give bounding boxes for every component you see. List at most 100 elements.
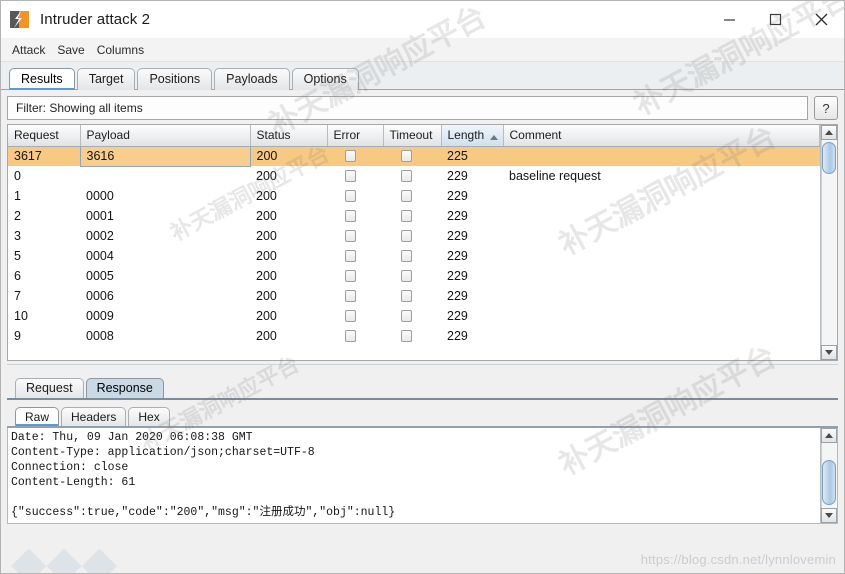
checkbox-icon[interactable] [401, 230, 412, 242]
cell-timeout[interactable] [383, 266, 441, 286]
cell-timeout[interactable] [383, 286, 441, 306]
message-panel: Request Response Raw Headers Hex Date: T… [7, 374, 838, 524]
cell-timeout[interactable] [383, 146, 441, 166]
response-vertical-scrollbar[interactable] [820, 428, 837, 523]
tab-payloads[interactable]: Payloads [214, 68, 290, 90]
maximize-button[interactable] [752, 1, 798, 38]
cell-status: 200 [250, 146, 327, 166]
column-header-request[interactable]: Request [8, 125, 81, 147]
cell-payload: 0006 [86, 289, 114, 303]
cell-error[interactable] [327, 166, 383, 186]
checkbox-icon[interactable] [345, 310, 356, 322]
cell-timeout[interactable] [383, 206, 441, 226]
cell-timeout[interactable] [383, 326, 441, 346]
checkbox-icon[interactable] [401, 310, 412, 322]
checkbox-icon[interactable] [345, 250, 356, 262]
column-header-timeout[interactable]: Timeout [383, 125, 442, 147]
cell-timeout[interactable] [383, 306, 441, 326]
table-row[interactable]: 9 0008 200 229 [8, 326, 820, 346]
menu-item-columns[interactable]: Columns [94, 41, 151, 59]
filter-text: Filter: Showing all items [16, 101, 143, 115]
column-header-error[interactable]: Error [327, 125, 384, 147]
help-button[interactable]: ? [814, 96, 838, 120]
scroll-thumb[interactable] [822, 142, 836, 174]
tab-positions[interactable]: Positions [137, 68, 213, 90]
cell-comment [503, 286, 820, 306]
cell-request: 0 [14, 169, 21, 183]
table-row[interactable]: 2 0001 200 229 [8, 206, 820, 226]
cell-error[interactable] [327, 266, 383, 286]
close-button[interactable] [798, 1, 844, 38]
response-body-text[interactable]: Date: Thu, 09 Jan 2020 06:08:38 GMT Cont… [8, 428, 820, 523]
tab-headers[interactable]: Headers [61, 407, 127, 426]
minimize-button[interactable] [706, 1, 752, 38]
cell-error[interactable] [327, 226, 383, 246]
results-vertical-scrollbar[interactable] [820, 125, 837, 360]
cell-request: 10 [14, 309, 28, 323]
checkbox-icon[interactable] [345, 210, 356, 222]
table-row[interactable]: 7 0006 200 229 [8, 286, 820, 306]
cell-timeout[interactable] [383, 226, 441, 246]
menu-item-save[interactable]: Save [54, 41, 91, 59]
cell-error[interactable] [327, 286, 383, 306]
checkbox-icon[interactable] [345, 270, 356, 282]
checkbox-icon[interactable] [345, 190, 356, 202]
table-row[interactable]: 3 0002 200 229 [8, 226, 820, 246]
column-header-status[interactable]: Status [250, 125, 328, 147]
tab-response[interactable]: Response [85, 378, 164, 398]
response-scroll-thumb[interactable] [822, 460, 836, 505]
checkbox-icon[interactable] [401, 250, 412, 262]
checkbox-icon[interactable] [345, 170, 356, 182]
checkbox-icon[interactable] [401, 290, 412, 302]
column-header-comment[interactable]: Comment [503, 125, 820, 147]
results-table-container: Request Payload Status Error Timeout Len… [7, 124, 838, 361]
cell-payload: 0005 [86, 269, 114, 283]
checkbox-icon[interactable] [401, 150, 412, 163]
window-controls [706, 1, 844, 38]
response-scroll-up-arrow-icon[interactable] [821, 428, 837, 443]
table-row[interactable]: 6 0005 200 229 [8, 266, 820, 286]
checkbox-icon[interactable] [401, 170, 412, 182]
panel-splitter[interactable] [7, 364, 838, 374]
cell-status: 200 [256, 169, 277, 183]
checkbox-icon[interactable] [345, 290, 356, 302]
column-header-payload[interactable]: Payload [80, 125, 251, 147]
tab-target[interactable]: Target [76, 68, 136, 90]
cell-error[interactable] [327, 146, 383, 166]
tab-options[interactable]: Options [291, 68, 359, 90]
cell-error[interactable] [327, 326, 383, 346]
table-row[interactable]: 0 200 229 baseline request [8, 166, 820, 186]
table-row[interactable]: 5 0004 200 229 [8, 246, 820, 266]
checkbox-icon[interactable] [345, 150, 356, 163]
checkbox-icon[interactable] [345, 330, 356, 342]
cell-error[interactable] [327, 186, 383, 206]
cell-timeout[interactable] [383, 246, 441, 266]
cell-timeout[interactable] [383, 166, 441, 186]
checkbox-icon[interactable] [401, 270, 412, 282]
scroll-down-arrow-icon[interactable] [821, 345, 837, 360]
menu-item-attack[interactable]: Attack [9, 41, 52, 59]
table-row[interactable]: 1 0000 200 229 [8, 186, 820, 206]
table-row[interactable]: 10 0009 200 229 [8, 306, 820, 326]
cell-status: 200 [256, 229, 277, 243]
cell-error[interactable] [327, 306, 383, 326]
table-row[interactable]: 3617 3616 200 225 [8, 145, 820, 167]
checkbox-icon[interactable] [345, 230, 356, 242]
checkbox-icon[interactable] [401, 210, 412, 222]
cell-timeout[interactable] [383, 186, 441, 206]
filter-display[interactable]: Filter: Showing all items [7, 96, 808, 120]
cell-request: 9 [14, 329, 21, 343]
checkbox-icon[interactable] [401, 190, 412, 202]
cell-error[interactable] [327, 246, 383, 266]
decorative-logo-watermark: ◆◆◆ [11, 535, 118, 574]
cell-error[interactable] [327, 206, 383, 226]
tab-request[interactable]: Request [15, 378, 84, 398]
checkbox-icon[interactable] [401, 330, 412, 342]
tab-results[interactable]: Results [9, 68, 75, 90]
tab-hex[interactable]: Hex [128, 407, 170, 426]
scroll-up-arrow-icon[interactable] [821, 125, 837, 140]
response-scroll-down-arrow-icon[interactable] [821, 508, 837, 523]
column-header-length[interactable]: Length [441, 125, 504, 147]
tab-raw[interactable]: Raw [15, 407, 60, 426]
title-bar: Intruder attack 2 [1, 1, 844, 38]
